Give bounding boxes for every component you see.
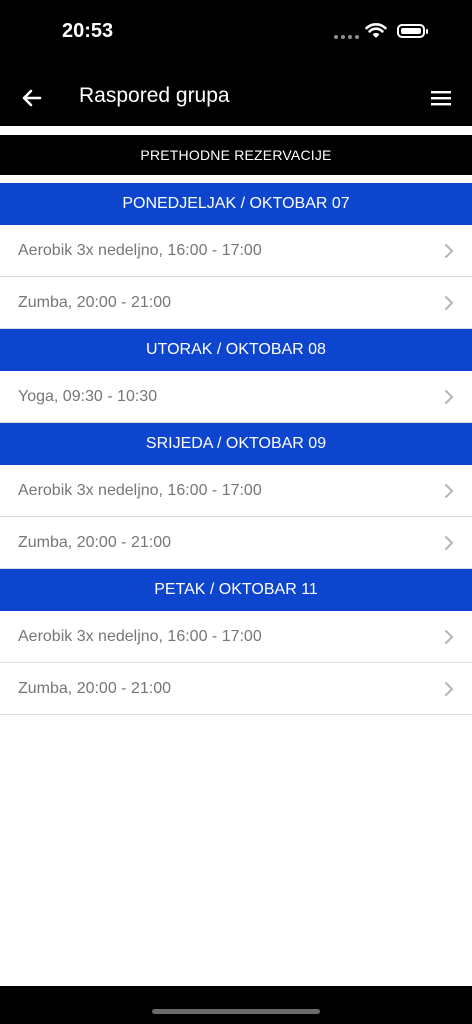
class-label: Aerobik 3x nedeljno, 16:00 - 17:00 bbox=[18, 482, 262, 499]
class-label: Zumba, 20:00 - 21:00 bbox=[18, 680, 171, 697]
previous-reservations-button[interactable]: PRETHODNE REZERVACIJE bbox=[0, 135, 472, 175]
app-header: Raspored grupa bbox=[0, 70, 472, 126]
wifi-icon bbox=[365, 23, 387, 38]
home-bar bbox=[0, 986, 472, 1024]
battery-icon bbox=[397, 24, 428, 38]
class-list-item[interactable]: Aerobik 3x nedeljno, 16:00 - 17:00 bbox=[0, 465, 472, 517]
class-label: Yoga, 09:30 - 10:30 bbox=[18, 388, 158, 405]
class-list-item[interactable]: Zumba, 20:00 - 21:00 bbox=[0, 277, 472, 329]
class-list-item[interactable]: Yoga, 09:30 - 10:30 bbox=[0, 371, 472, 423]
schedule-list: PONEDJELJAK / OKTOBAR 07 Aerobik 3x nedel… bbox=[0, 183, 472, 715]
day-header: UTORAK / OKTOBAR 08 bbox=[0, 329, 472, 371]
class-label: Aerobik 3x nedeljno, 16:00 - 17:00 bbox=[18, 628, 262, 645]
cellular-signal-icon bbox=[334, 35, 359, 39]
chevron-right-icon bbox=[445, 390, 453, 404]
status-time: 20:53 bbox=[62, 20, 114, 42]
status-bar: 20:53 bbox=[0, 0, 472, 70]
day-header: PETAK / OKTOBAR 11 bbox=[0, 569, 472, 611]
class-list-item[interactable]: Zumba, 20:00 - 21:00 bbox=[0, 517, 472, 569]
class-list-item[interactable]: Zumba, 20:00 - 21:00 bbox=[0, 663, 472, 715]
chevron-right-icon bbox=[445, 296, 453, 310]
class-list-item[interactable]: Aerobik 3x nedeljno, 16:00 - 17:00 bbox=[0, 225, 472, 277]
day-header: SRIJEDA / OKTOBAR 09 bbox=[0, 423, 472, 465]
chevron-right-icon bbox=[445, 630, 453, 644]
class-list-item[interactable]: Aerobik 3x nedeljno, 16:00 - 17:00 bbox=[0, 611, 472, 663]
class-label: Zumba, 20:00 - 21:00 bbox=[18, 294, 171, 311]
class-label: Zumba, 20:00 - 21:00 bbox=[18, 534, 171, 551]
day-header: PONEDJELJAK / OKTOBAR 07 bbox=[0, 183, 472, 225]
page-title: Raspored grupa bbox=[79, 84, 230, 107]
chevron-right-icon bbox=[445, 484, 453, 498]
home-indicator[interactable] bbox=[152, 1009, 320, 1014]
hamburger-menu-icon[interactable] bbox=[428, 86, 454, 110]
arrow-left-icon[interactable] bbox=[18, 84, 46, 112]
chevron-right-icon bbox=[445, 536, 453, 550]
chevron-right-icon bbox=[445, 682, 453, 696]
chevron-right-icon bbox=[445, 244, 453, 258]
class-label: Aerobik 3x nedeljno, 16:00 - 17:00 bbox=[18, 242, 262, 259]
